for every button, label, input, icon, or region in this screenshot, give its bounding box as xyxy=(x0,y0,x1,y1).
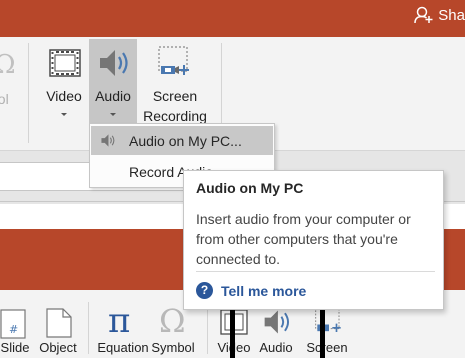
film-icon xyxy=(49,49,81,77)
tooltip-separator xyxy=(196,271,435,272)
screen-recording-icon xyxy=(315,308,341,332)
black-bar xyxy=(320,308,325,358)
speaker-icon xyxy=(100,50,128,76)
equation-label: Equation xyxy=(97,340,149,355)
title-bar: Sha xyxy=(0,0,465,37)
svg-text:Ω: Ω xyxy=(159,302,186,338)
screen-recording-icon xyxy=(158,46,189,75)
video-button[interactable]: Video xyxy=(40,39,88,145)
video-dropdown-caret xyxy=(61,113,67,116)
user-account[interactable]: Sha xyxy=(414,6,465,24)
speaker-icon xyxy=(264,310,289,334)
user-name: Sha xyxy=(438,6,465,24)
symbol-label: Symbol xyxy=(151,340,195,355)
slide-label: Slide xyxy=(0,340,30,355)
svg-text:Ω: Ω xyxy=(0,50,16,77)
pi-icon: π xyxy=(108,302,130,338)
symbol-button-partial[interactable]: Ω ool xyxy=(0,39,22,145)
symbol-label-partial: ool xyxy=(0,91,9,107)
person-icon xyxy=(414,6,433,24)
video-label: Video xyxy=(46,88,82,104)
black-bar xyxy=(230,308,235,358)
screen-label-lower: Screen xyxy=(306,340,348,355)
object-label: Object xyxy=(39,340,77,355)
group-divider xyxy=(88,302,89,354)
menu-item-audio-on-my-pc[interactable]: Audio on My PC... xyxy=(91,126,273,155)
help-icon: ? xyxy=(196,282,213,299)
group-divider xyxy=(28,43,29,143)
omega-icon: Ω xyxy=(0,50,16,77)
tooltip-description: Insert audio from your computer or from … xyxy=(196,211,411,267)
speaker-icon xyxy=(101,134,115,147)
svg-text:#: # xyxy=(9,323,18,336)
svg-text:π: π xyxy=(108,302,130,338)
tooltip-title: Audio on My PC xyxy=(196,180,304,196)
tooltip: Audio on My PC Insert audio from your co… xyxy=(183,170,444,310)
audio-label: Audio xyxy=(95,88,131,104)
tell-me-more-link[interactable]: ? Tell me more xyxy=(196,282,306,299)
tell-me-more-label: Tell me more xyxy=(221,282,307,299)
audio-label-lower: Audio xyxy=(259,340,293,355)
menu-item-label: Audio on My PC... xyxy=(129,133,242,149)
audio-button[interactable]: Audio xyxy=(89,39,137,123)
audio-dropdown-caret xyxy=(110,113,116,116)
object-icon xyxy=(46,308,72,338)
slide-number-icon: # xyxy=(0,309,26,339)
screen-recording-label-line1: Screen xyxy=(152,88,198,104)
